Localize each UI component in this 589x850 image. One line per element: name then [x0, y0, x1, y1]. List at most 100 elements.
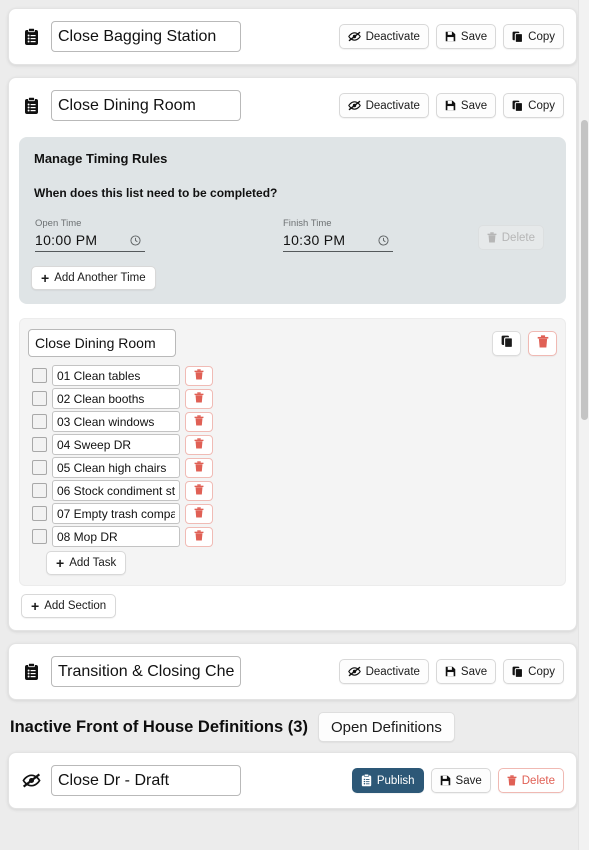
delete-task-button[interactable]	[185, 526, 213, 547]
timing-rules-panel: Manage Timing Rules When does this list …	[19, 137, 566, 304]
save-button[interactable]: Save	[435, 659, 497, 684]
definition-card-close-dr-draft: Publish Save Delete	[8, 752, 577, 809]
trash-icon	[507, 775, 517, 786]
clipboard-list-icon	[21, 26, 41, 48]
trash-icon	[194, 437, 204, 452]
add-section-row: + Add Section	[21, 594, 576, 618]
delete-task-button[interactable]	[185, 411, 213, 432]
task-row	[28, 411, 557, 432]
definition-title-input[interactable]	[51, 765, 241, 796]
save-label: Save	[460, 30, 488, 43]
definition-actions: Deactivate Save Copy	[338, 24, 564, 49]
save-label: Save	[455, 774, 482, 787]
definition-title-input[interactable]	[51, 656, 241, 687]
add-another-time-label: Add Another Time	[54, 272, 146, 284]
delete-timing-button[interactable]: Delete	[477, 225, 544, 250]
task-row	[28, 480, 557, 501]
task-checkbox[interactable]	[32, 506, 47, 521]
finish-time-input[interactable]: 10:30 PM	[283, 232, 393, 252]
copy-button[interactable]: Copy	[503, 659, 564, 684]
task-input[interactable]	[52, 480, 180, 501]
task-checkbox[interactable]	[32, 368, 47, 383]
copy-label: Copy	[528, 665, 555, 678]
copy-button[interactable]: Copy	[503, 24, 564, 49]
definition-header: Deactivate Save Copy	[9, 644, 576, 699]
task-input[interactable]	[52, 411, 180, 432]
copy-section-button[interactable]	[492, 330, 521, 356]
task-input[interactable]	[52, 434, 180, 455]
task-input[interactable]	[52, 388, 180, 409]
trash-icon	[194, 506, 204, 521]
definition-header: Publish Save Delete	[9, 753, 576, 808]
save-button[interactable]: Save	[435, 24, 497, 49]
task-row	[28, 365, 557, 386]
timing-rules-heading: Manage Timing Rules	[34, 151, 168, 166]
save-label: Save	[460, 665, 488, 678]
trash-icon	[194, 483, 204, 498]
task-input[interactable]	[52, 503, 180, 524]
definition-actions: Deactivate Save Copy	[338, 93, 564, 118]
delete-task-button[interactable]	[185, 388, 213, 409]
delete-task-button[interactable]	[185, 503, 213, 524]
add-another-time-button[interactable]: + Add Another Time	[31, 266, 156, 290]
task-checkbox[interactable]	[32, 460, 47, 475]
add-section-button[interactable]: + Add Section	[21, 594, 117, 618]
deactivate-button[interactable]: Deactivate	[338, 659, 429, 684]
delete-task-button[interactable]	[185, 457, 213, 478]
deactivate-label: Deactivate	[365, 99, 420, 112]
trash-icon	[194, 368, 204, 383]
clipboard-list-icon	[21, 661, 41, 683]
section-name-input[interactable]	[28, 329, 176, 357]
open-time-field: Open Time 10:00 PM	[35, 218, 145, 252]
task-row	[28, 503, 557, 524]
add-time-row: + Add Another Time	[31, 266, 554, 290]
deactivate-button[interactable]: Deactivate	[338, 24, 429, 49]
task-checkbox[interactable]	[32, 483, 47, 498]
clock-icon[interactable]	[378, 234, 393, 246]
trash-icon	[194, 414, 204, 429]
clock-icon[interactable]	[130, 234, 145, 246]
task-checkbox[interactable]	[32, 529, 47, 544]
task-input[interactable]	[52, 457, 180, 478]
trash-icon	[194, 391, 204, 406]
task-checkbox[interactable]	[32, 391, 47, 406]
task-list	[28, 365, 557, 547]
copy-button[interactable]: Copy	[503, 93, 564, 118]
task-checkbox[interactable]	[32, 414, 47, 429]
section-header	[28, 329, 557, 357]
finish-time-field: Finish Time 10:30 PM	[283, 218, 393, 252]
definition-header: Deactivate Save Copy	[9, 78, 576, 133]
section-actions	[492, 330, 557, 356]
task-checkbox[interactable]	[32, 437, 47, 452]
inactive-definitions-header: Inactive Front of House Definitions (3) …	[10, 712, 577, 742]
task-input[interactable]	[52, 526, 180, 547]
deactivate-label: Deactivate	[365, 30, 420, 43]
definition-title-input[interactable]	[51, 90, 241, 121]
delete-task-button[interactable]	[185, 434, 213, 455]
open-time-label: Open Time	[35, 218, 82, 229]
open-time-input[interactable]: 10:00 PM	[35, 232, 145, 252]
copy-icon	[512, 31, 524, 43]
task-input[interactable]	[52, 365, 180, 386]
open-definitions-button[interactable]: Open Definitions	[317, 712, 455, 742]
save-button[interactable]: Save	[435, 93, 497, 118]
scrollbar-thumb[interactable]	[581, 120, 588, 420]
deactivate-button[interactable]: Deactivate	[338, 93, 429, 118]
add-section-label: Add Section	[44, 600, 107, 612]
eye-slash-icon	[347, 666, 361, 677]
plus-icon: +	[41, 269, 50, 286]
trash-icon	[194, 460, 204, 475]
delete-section-button[interactable]	[528, 330, 557, 356]
save-button[interactable]: Save	[430, 768, 491, 793]
definition-title-input[interactable]	[51, 21, 241, 52]
delete-button[interactable]: Delete	[497, 768, 564, 793]
definition-card-close-bagging-station: Deactivate Save Copy	[8, 8, 577, 65]
delete-task-button[interactable]	[185, 480, 213, 501]
delete-task-button[interactable]	[185, 365, 213, 386]
page-scrollbar[interactable]	[578, 0, 589, 850]
copy-icon	[512, 100, 524, 112]
definition-card-close-dining-room: Deactivate Save Copy Manage Timing Rules…	[8, 77, 577, 631]
publish-button[interactable]: Publish	[351, 768, 424, 793]
definition-actions: Publish Save Delete	[351, 768, 564, 793]
add-task-button[interactable]: + Add Task	[46, 551, 127, 575]
